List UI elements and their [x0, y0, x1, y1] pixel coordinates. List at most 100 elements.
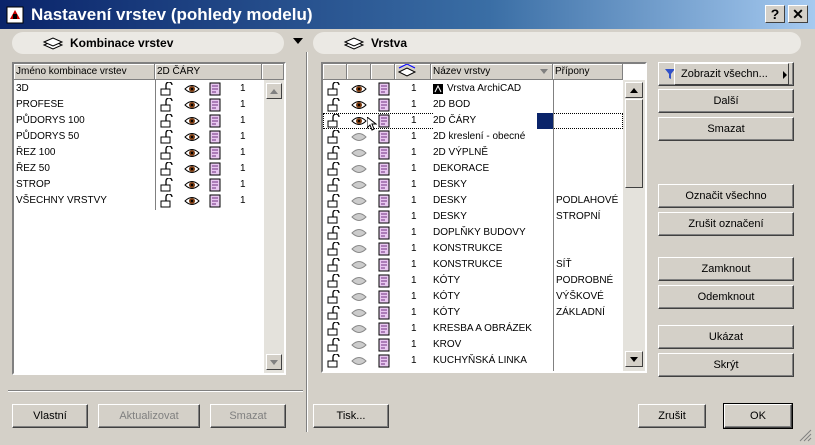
eye-icon[interactable]: [351, 292, 367, 302]
eye-icon[interactable]: [351, 148, 367, 158]
layer-row[interactable]: 1 DESKY STROPNÍ: [323, 209, 623, 225]
scroll-down-icon[interactable]: [266, 354, 282, 370]
pen-number: 1: [411, 339, 417, 350]
ok-button[interactable]: OK: [723, 403, 793, 429]
eye-icon[interactable]: [351, 100, 367, 110]
delete-layer-button[interactable]: Smazat: [658, 117, 794, 141]
filter-button[interactable]: Zobrazit všechn...: [674, 63, 789, 85]
combination-row[interactable]: STROP 1: [14, 177, 262, 193]
scroll-down-icon[interactable]: [625, 351, 643, 367]
layer-extension: [556, 161, 622, 177]
eye-icon[interactable]: [351, 212, 367, 222]
delete-combination-button[interactable]: Smazat: [210, 404, 286, 428]
column-layer-name[interactable]: Název vrstvy: [431, 64, 553, 80]
layer-row[interactable]: 1 KÓTY VÝŠKOVÉ: [323, 289, 623, 305]
layer-row[interactable]: 1 KONSTRUKCE: [323, 241, 623, 257]
column-lock[interactable]: [323, 64, 347, 80]
layer-row[interactable]: 1 KROV: [323, 337, 623, 353]
layer-row[interactable]: 1 KRESBA A OBRÁZEK: [323, 321, 623, 337]
eye-icon[interactable]: [351, 244, 367, 254]
column-pen[interactable]: [395, 64, 431, 80]
right-scrollbar[interactable]: [623, 80, 645, 371]
deselect-button[interactable]: Zrušit označení: [658, 212, 794, 236]
layer-combinations-list[interactable]: Jméno kombinace vrstev 2D ČÁRY 3D 1 PROFES…: [12, 62, 286, 375]
layer-row[interactable]: 1 2D ČÁRY: [323, 113, 623, 131]
lock-open-icon[interactable]: [160, 193, 174, 214]
eye-icon[interactable]: [184, 148, 200, 158]
close-button[interactable]: ✕: [788, 5, 808, 23]
panel-toggle-arrow[interactable]: [293, 38, 303, 44]
eye-icon[interactable]: [351, 180, 367, 190]
layer-name: KROV: [433, 339, 462, 350]
help-button[interactable]: ?: [765, 5, 785, 23]
chevron-right-icon: [783, 71, 787, 79]
column-extension[interactable]: Přípony: [553, 64, 623, 80]
layer-row[interactable]: 1 KONSTRUKCE SÍŤ: [323, 257, 623, 273]
combination-row[interactable]: PŮDORYS 50 1: [14, 129, 262, 145]
show-button[interactable]: Ukázat: [658, 325, 794, 349]
layer-row[interactable]: 1 Vrstva ArchiCAD: [323, 81, 623, 97]
layer-row[interactable]: 1 KUCHYŇSKÁ LINKA: [323, 353, 623, 369]
filter-dropdown[interactable]: Zobrazit všechn...: [658, 62, 794, 86]
custom-button[interactable]: Vlastní: [12, 404, 88, 428]
eye-icon[interactable]: [351, 84, 367, 94]
eye-icon[interactable]: [351, 340, 367, 350]
eye-icon[interactable]: [184, 100, 200, 110]
eye-icon[interactable]: [351, 308, 367, 318]
combination-row[interactable]: PROFESE 1: [14, 97, 262, 113]
eye-icon[interactable]: [184, 116, 200, 126]
eye-icon[interactable]: [351, 276, 367, 286]
layer-stack-icon[interactable]: [208, 194, 222, 214]
combination-row[interactable]: VŠECHNY VRSTVY 1: [14, 193, 262, 209]
scroll-up-icon[interactable]: [625, 82, 643, 98]
eye-icon[interactable]: [184, 132, 200, 142]
eye-icon[interactable]: [351, 324, 367, 334]
next-button[interactable]: Další: [658, 89, 794, 113]
layer-row[interactable]: 1 2D BOD: [323, 97, 623, 113]
layer-row[interactable]: 1 DESKY PODLAHOVÉ: [323, 193, 623, 209]
eye-icon[interactable]: [184, 164, 200, 174]
resize-grip[interactable]: [798, 428, 812, 442]
eye-icon[interactable]: [351, 132, 367, 142]
combination-name: PŮDORYS 50: [16, 131, 80, 142]
lock-open-icon[interactable]: [327, 353, 341, 374]
layer-row[interactable]: 1 KÓTY ZÁKLADNÍ: [323, 305, 623, 321]
update-button[interactable]: Aktualizovat: [98, 404, 200, 428]
hide-button[interactable]: Skrýt: [658, 353, 794, 377]
select-all-button[interactable]: Označit všechno: [658, 184, 794, 208]
eye-icon[interactable]: [184, 84, 200, 94]
print-button[interactable]: Tisk...: [313, 404, 389, 428]
layer-row[interactable]: 1 KÓTY PODROBNÉ: [323, 273, 623, 289]
column-2d-lines[interactable]: 2D ČÁRY: [155, 64, 262, 80]
lock-button[interactable]: Zamknout: [658, 257, 794, 281]
eye-icon[interactable]: [351, 196, 367, 206]
combination-row[interactable]: PŮDORYS 100 1: [14, 113, 262, 129]
eye-icon[interactable]: [184, 180, 200, 190]
combination-row[interactable]: ŘEZ 50 1: [14, 161, 262, 177]
layer-row[interactable]: 1 DEKORACE: [323, 161, 623, 177]
eye-icon[interactable]: [351, 116, 367, 126]
unlock-button[interactable]: Odemknout: [658, 285, 794, 309]
left-scrollbar[interactable]: [264, 80, 284, 373]
eye-icon[interactable]: [351, 260, 367, 270]
eye-icon[interactable]: [184, 196, 200, 206]
combination-row[interactable]: 3D 1: [14, 81, 262, 97]
eye-icon[interactable]: [351, 228, 367, 238]
column-type[interactable]: [371, 64, 395, 80]
column-visibility[interactable]: [347, 64, 371, 80]
scroll-up-icon[interactable]: [266, 83, 282, 99]
cancel-button[interactable]: Zrušit: [638, 404, 706, 428]
scroll-thumb[interactable]: [625, 99, 643, 188]
layer-stack-icon[interactable]: [377, 354, 391, 374]
layer-row[interactable]: 1 2D kreslení - obecné: [323, 129, 623, 145]
layers-list[interactable]: Název vrstvy Přípony 1 Vrstva ArchiCAD 1 2D…: [321, 62, 647, 373]
layer-name: DESKY: [433, 179, 467, 190]
layer-row[interactable]: 1 DOPLŇKY BUDOVY: [323, 225, 623, 241]
eye-icon[interactable]: [351, 356, 367, 366]
layer-row[interactable]: 1 DESKY: [323, 177, 623, 193]
combination-row[interactable]: ŘEZ 100 1: [14, 145, 262, 161]
eye-icon[interactable]: [351, 164, 367, 174]
column-combination-name[interactable]: Jméno kombinace vrstev: [14, 64, 155, 80]
layer-extension: [556, 353, 622, 369]
layer-row[interactable]: 1 2D VÝPLNĚ: [323, 145, 623, 161]
